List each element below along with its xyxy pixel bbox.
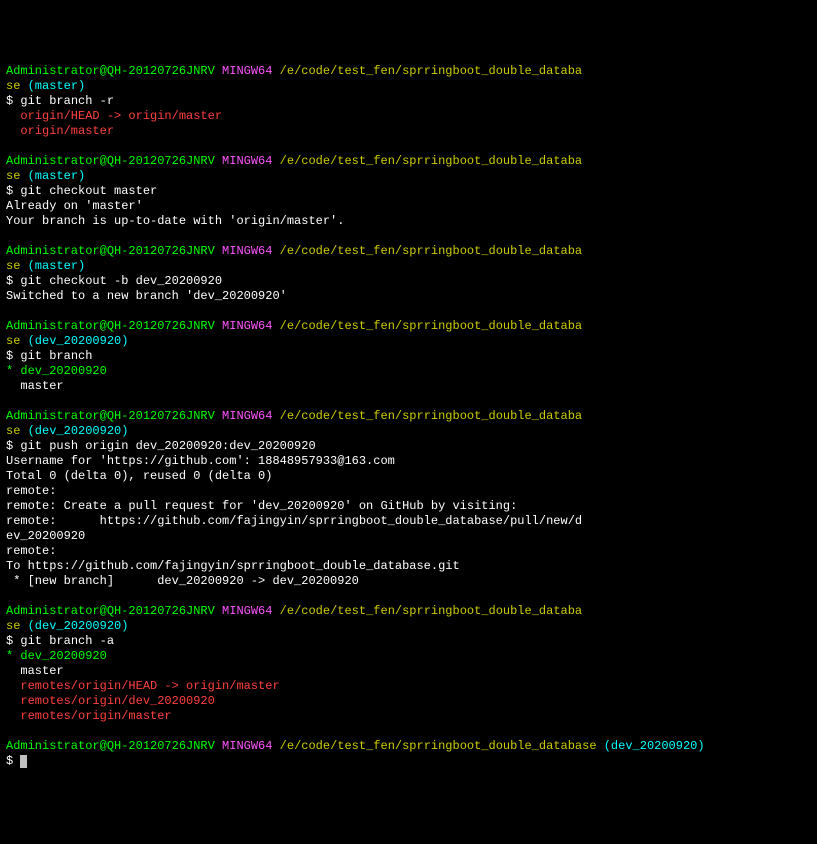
output-line: remote:	[6, 544, 56, 558]
cmd-git-push: git push origin dev_20200920:dev_2020092…	[20, 439, 315, 453]
remote-branch-line: remotes/origin/dev_20200920	[6, 694, 215, 708]
output-line: remote: https://github.com/fajingyin/spr…	[6, 514, 582, 528]
cwd-path: /e/code/test_fen/sprringboot_double_data…	[280, 409, 582, 423]
user-host: Administrator@QH-20120726JNRV	[6, 739, 215, 753]
branch-output-line: origin/HEAD -> origin/master	[6, 109, 222, 123]
mingw-tag: MINGW64	[222, 319, 272, 333]
user-host: Administrator@QH-20120726JNRV	[6, 244, 215, 258]
branch-indicator: (master)	[28, 259, 86, 273]
cwd-path-wrap: se	[6, 424, 20, 438]
user-host: Administrator@QH-20120726JNRV	[6, 409, 215, 423]
current-branch-line: * dev_20200920	[6, 364, 107, 378]
cwd-path: /e/code/test_fen/sprringboot_double_data…	[280, 739, 597, 753]
remote-branch-line: remotes/origin/master	[6, 709, 172, 723]
output-line: Total 0 (delta 0), reused 0 (delta 0)	[6, 469, 272, 483]
output-line: To https://github.com/fajingyin/sprringb…	[6, 559, 460, 573]
mingw-tag: MINGW64	[222, 154, 272, 168]
cursor-block[interactable]	[20, 755, 27, 768]
mingw-tag: MINGW64	[222, 244, 272, 258]
branch-indicator: (dev_20200920)	[28, 619, 129, 633]
branch-line: master	[6, 664, 64, 678]
user-host: Administrator@QH-20120726JNRV	[6, 604, 215, 618]
branch-indicator: (master)	[28, 79, 86, 93]
output-line: remote:	[6, 484, 56, 498]
cwd-path: /e/code/test_fen/sprringboot_double_data…	[280, 64, 582, 78]
prompt-dollar: $	[6, 634, 13, 648]
prompt-dollar: $	[6, 349, 13, 363]
output-line: Switched to a new branch 'dev_20200920'	[6, 289, 287, 303]
user-host: Administrator@QH-20120726JNRV	[6, 154, 215, 168]
current-branch-line: * dev_20200920	[6, 649, 107, 663]
output-line: Your branch is up-to-date with 'origin/m…	[6, 214, 344, 228]
branch-output-line: origin/master	[6, 124, 114, 138]
remote-branch-line: remotes/origin/HEAD -> origin/master	[6, 679, 280, 693]
user-host: Administrator@QH-20120726JNRV	[6, 319, 215, 333]
branch-indicator: (dev_20200920)	[28, 424, 129, 438]
cwd-path-wrap: se	[6, 169, 20, 183]
mingw-tag: MINGW64	[222, 604, 272, 618]
cmd-git-branch-r: git branch -r	[20, 94, 114, 108]
cwd-path-wrap: se	[6, 619, 20, 633]
mingw-tag: MINGW64	[222, 739, 272, 753]
cmd-git-checkout-b: git checkout -b dev_20200920	[20, 274, 222, 288]
cwd-path: /e/code/test_fen/sprringboot_double_data…	[280, 604, 582, 618]
mingw-tag: MINGW64	[222, 64, 272, 78]
output-line: ev_20200920	[6, 529, 85, 543]
prompt-dollar: $	[6, 754, 13, 768]
cwd-path-wrap: se	[6, 79, 20, 93]
user-host: Administrator@QH-20120726JNRV	[6, 64, 215, 78]
cwd-path: /e/code/test_fen/sprringboot_double_data…	[280, 319, 582, 333]
cwd-path-wrap: se	[6, 259, 20, 273]
output-line: remote: Create a pull request for 'dev_2…	[6, 499, 517, 513]
branch-line: master	[6, 379, 64, 393]
output-line: * [new branch] dev_20200920 -> dev_20200…	[6, 574, 359, 588]
branch-indicator: (master)	[28, 169, 86, 183]
prompt-dollar: $	[6, 184, 13, 198]
cmd-git-branch: git branch	[20, 349, 92, 363]
cwd-path: /e/code/test_fen/sprringboot_double_data…	[280, 154, 582, 168]
output-line: Username for 'https://github.com': 18848…	[6, 454, 395, 468]
cmd-git-branch-a: git branch -a	[20, 634, 114, 648]
cwd-path: /e/code/test_fen/sprringboot_double_data…	[280, 244, 582, 258]
terminal-output: Administrator@QH-20120726JNRV MINGW64 /e…	[6, 64, 811, 769]
cmd-git-checkout-master: git checkout master	[20, 184, 157, 198]
cwd-path-wrap: se	[6, 334, 20, 348]
branch-indicator: (dev_20200920)	[28, 334, 129, 348]
prompt-dollar: $	[6, 439, 13, 453]
prompt-dollar: $	[6, 94, 13, 108]
output-line: Already on 'master'	[6, 199, 143, 213]
mingw-tag: MINGW64	[222, 409, 272, 423]
prompt-dollar: $	[6, 274, 13, 288]
branch-indicator: (dev_20200920)	[604, 739, 705, 753]
